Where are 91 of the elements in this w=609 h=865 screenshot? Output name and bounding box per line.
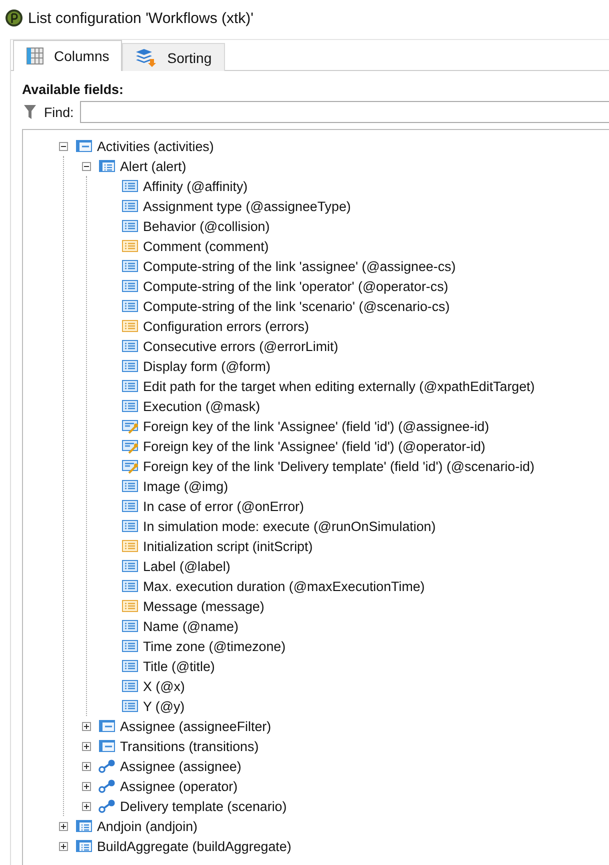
field-icon — [121, 679, 139, 693]
key-field-icon — [121, 438, 139, 454]
window-title: List configuration 'Workflows (xtk)' — [28, 10, 254, 26]
expand-toggle[interactable] — [59, 822, 68, 830]
tree-item-label[interactable]: Behavior (@collision) — [142, 218, 270, 234]
tree-item-label[interactable]: In case of error (@onError) — [142, 498, 304, 514]
tree-item-label[interactable]: Edit path for the target when editing externally (@xpathEditTarget) — [142, 378, 535, 394]
tree-item-label[interactable]: Title (@title) — [142, 658, 215, 674]
tree-item-label[interactable]: Initialization script (initScript) — [142, 538, 313, 554]
tree-item-label[interactable]: Display form (@form) — [142, 358, 270, 374]
field-icon — [121, 579, 139, 593]
field-icon — [121, 379, 139, 393]
key-field-icon — [121, 418, 139, 434]
tree-item-label[interactable]: Name (@name) — [142, 618, 238, 634]
field-icon — [121, 639, 139, 653]
tree-item-label[interactable]: Image (@img) — [142, 478, 228, 494]
tree-item-label[interactable]: Time zone (@timezone) — [142, 638, 286, 654]
tree-item-label[interactable]: Label (@label) — [142, 558, 230, 574]
tree-item-label[interactable]: Foreign key of the link 'Delivery template' (field 'id') (@scenario-id) — [142, 458, 534, 474]
field-icon — [121, 699, 139, 713]
field-icon — [121, 339, 139, 353]
text-field-icon — [121, 319, 139, 333]
tree-item-label[interactable]: Execution (@mask) — [142, 398, 260, 414]
field-icon — [121, 179, 139, 193]
tree-item-label[interactable]: Assignee (operator) — [119, 778, 238, 794]
link-icon — [98, 799, 116, 813]
section-heading: Available fields: — [22, 82, 124, 97]
tree-item-label[interactable]: X (@x) — [142, 678, 185, 694]
tree-item-label[interactable]: Assignee (assignee) — [119, 758, 242, 774]
expand-toggle[interactable] — [82, 722, 91, 730]
tree-item-label[interactable]: Andjoin (andjoin) — [96, 818, 198, 834]
text-field-icon — [121, 239, 139, 253]
tab[interactable]: Columns — [13, 40, 122, 71]
list-element-icon — [75, 839, 93, 853]
tree-item-label[interactable]: BuildAggregate (buildAggregate) — [96, 838, 292, 854]
field-icon — [121, 499, 139, 513]
field-icon — [121, 479, 139, 493]
collapse-toggle[interactable] — [82, 162, 91, 170]
tree-item-label[interactable]: Compute-string of the link 'assignee' (@assignee-cs) — [142, 258, 456, 274]
tree-item-label[interactable]: Transitions (transitions) — [119, 738, 259, 754]
list-element-icon — [75, 819, 93, 833]
tree-item-label[interactable]: Comment (comment) — [142, 238, 269, 254]
tree-item-label[interactable]: Alert (alert) — [119, 158, 186, 174]
tree-item-label[interactable]: In simulation mode: execute (@runOnSimulation) — [142, 518, 436, 534]
tree-item-label[interactable]: Compute-string of the link 'scenario' (@scenario-cs) — [142, 298, 450, 314]
find-field[interactable] — [80, 101, 609, 123]
tree-item-label[interactable]: Assignment type (@assigneeType) — [142, 198, 351, 214]
tree-item-label[interactable]: Max. execution duration (@maxExecutionTime) — [142, 578, 425, 594]
field-icon — [121, 619, 139, 633]
expand-toggle[interactable] — [82, 762, 91, 770]
layers-sort-icon — [135, 48, 158, 68]
field-icon — [121, 519, 139, 533]
field-icon — [121, 279, 139, 293]
expand-toggle[interactable] — [82, 742, 91, 750]
collapse-toggle[interactable] — [59, 142, 68, 150]
link-icon — [98, 759, 116, 773]
field-icon — [121, 199, 139, 213]
tree-item-label[interactable]: Foreign key of the link 'Assignee' (field 'id') (@assignee-id) — [142, 418, 490, 434]
expand-toggle[interactable] — [82, 782, 91, 790]
expand-toggle[interactable] — [82, 802, 91, 810]
element-icon — [75, 139, 93, 153]
field-icon — [121, 399, 139, 413]
grid-icon — [26, 47, 44, 65]
app-logo-icon — [5, 9, 23, 27]
field-icon — [121, 299, 139, 313]
tree-item-label[interactable]: Foreign key of the link 'Assignee' (field 'id') (@operator-id) — [142, 438, 486, 454]
filter-icon — [24, 104, 36, 120]
find-label: Find: — [44, 104, 74, 120]
tree-item-label[interactable]: Affinity (@affinity) — [142, 178, 248, 194]
expand-toggle[interactable] — [59, 842, 68, 850]
field-icon — [121, 259, 139, 273]
tab[interactable]: Sorting — [122, 43, 225, 71]
element-icon — [98, 739, 116, 753]
text-field-icon — [121, 539, 139, 553]
key-field-icon — [121, 458, 139, 474]
field-icon — [121, 219, 139, 233]
tree-item-label[interactable]: Assignee (assigneeFilter) — [119, 718, 272, 734]
tree-item-label[interactable]: Y (@y) — [142, 698, 185, 714]
tree-item-label[interactable]: Delivery template (scenario) — [119, 798, 287, 814]
tree-item-label[interactable]: Activities (activities) — [96, 138, 214, 154]
element-icon — [98, 719, 116, 733]
text-field-icon — [121, 599, 139, 613]
tree-item-label[interactable]: Message (message) — [142, 598, 264, 614]
field-icon — [121, 659, 139, 673]
field-icon — [121, 559, 139, 573]
link-icon — [98, 779, 116, 793]
tree-item-label[interactable]: Consecutive errors (@errorLimit) — [142, 338, 338, 354]
list-element-icon — [98, 159, 116, 173]
tree-item-label[interactable]: Compute-string of the link 'operator' (@operator-cs) — [142, 278, 448, 294]
tree-item-label[interactable]: Configuration errors (errors) — [142, 318, 309, 334]
field-icon — [121, 359, 139, 373]
